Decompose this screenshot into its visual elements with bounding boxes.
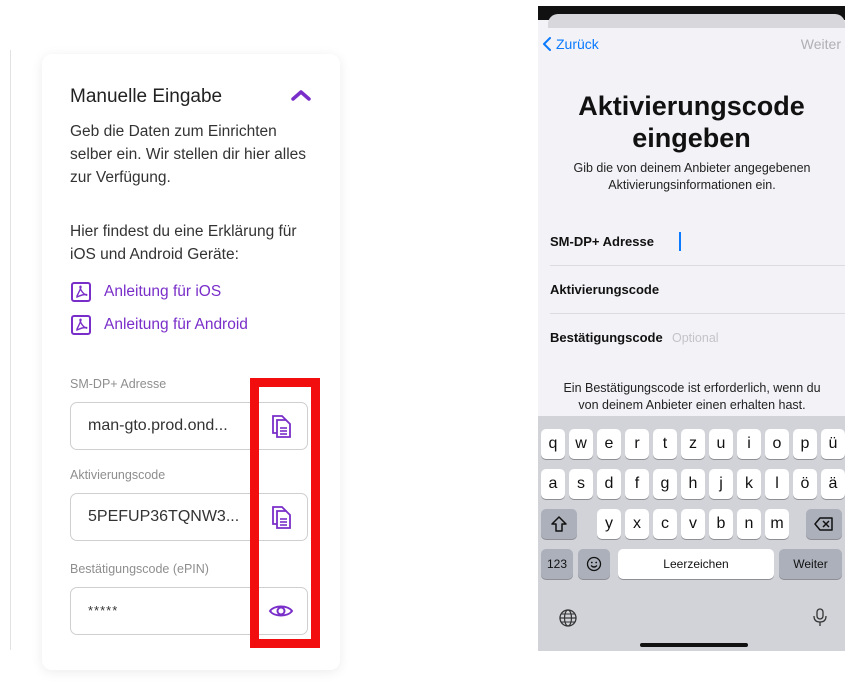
sheet-edge <box>548 14 845 28</box>
activation-code-value: 5PEFUP36TQNW3... <box>88 508 240 525</box>
key-x[interactable]: x <box>625 509 649 539</box>
key-t[interactable]: t <box>653 429 677 459</box>
key-ae[interactable]: ä <box>821 469 845 499</box>
chevron-left-icon <box>543 37 551 51</box>
epin-value: ***** <box>88 603 119 618</box>
key-w[interactable]: w <box>569 429 593 459</box>
confirmation-code-row-label: Bestätigungscode <box>550 330 663 345</box>
highlight-box <box>250 378 320 648</box>
key-o[interactable]: o <box>765 429 789 459</box>
key-k[interactable]: k <box>737 469 761 499</box>
text-cursor <box>679 232 681 251</box>
key-e[interactable]: e <box>597 429 621 459</box>
key-p[interactable]: p <box>793 429 817 459</box>
page-title: Aktivierungscode eingeben <box>578 91 805 153</box>
pdf-icon <box>71 315 91 335</box>
globe-icon[interactable] <box>558 608 578 628</box>
chevron-up-icon[interactable] <box>286 84 316 106</box>
smdp-address-row-label: SM-DP+ Adresse <box>550 234 654 249</box>
confirmation-code-placeholder: Optional <box>672 331 719 345</box>
key-y[interactable]: y <box>597 509 621 539</box>
key-b[interactable]: b <box>709 509 733 539</box>
backspace-icon <box>814 517 833 531</box>
confirmation-note: Ein Bestätigungscode ist erforderlich, w… <box>563 381 821 412</box>
key-ue[interactable]: ü <box>821 429 845 459</box>
key-z[interactable]: z <box>681 429 705 459</box>
activation-code-input[interactable]: Aktivierungscode <box>550 266 845 314</box>
key-g[interactable]: g <box>653 469 677 499</box>
key-h[interactable]: h <box>681 469 705 499</box>
key-l[interactable]: l <box>765 469 789 499</box>
smdp-address-value: man-gto.prod.ond... <box>88 417 228 434</box>
key-v[interactable]: v <box>681 509 705 539</box>
key-j[interactable]: j <box>709 469 733 499</box>
confirmation-code-input[interactable]: Bestätigungscode Optional <box>550 314 845 362</box>
android-guide-link[interactable]: Anleitung für Android <box>70 313 248 337</box>
android-guide-label: Anleitung für Android <box>104 316 248 333</box>
activation-code-label: Aktivierungscode <box>70 468 166 482</box>
subtitle: Gib die von deinem Anbieter angegebenen … <box>573 161 811 192</box>
key-a[interactable]: a <box>541 469 565 499</box>
ios-guide-label: Anleitung für iOS <box>104 283 222 300</box>
explain-text: Hier findest du eine Erklärung für iOS u… <box>70 223 297 263</box>
back-label: Zurück <box>556 36 599 52</box>
next-button[interactable]: Weiter <box>801 36 841 52</box>
numbers-key[interactable]: 123 <box>541 549 573 579</box>
smdp-address-label: SM-DP+ Adresse <box>70 377 167 391</box>
home-indicator <box>640 643 748 647</box>
intro-text: Geb die Daten zum Einrichten selber ein.… <box>70 123 307 186</box>
epin-label: Bestätigungscode (ePIN) <box>70 562 209 576</box>
key-s[interactable]: s <box>569 469 593 499</box>
key-c[interactable]: c <box>653 509 677 539</box>
microphone-icon[interactable] <box>810 607 830 627</box>
shift-icon <box>551 516 567 532</box>
pdf-icon <box>71 282 91 302</box>
key-u[interactable]: u <box>709 429 733 459</box>
key-i[interactable]: i <box>737 429 761 459</box>
iphone-screen: Zurück Weiter Aktivierungscode eingeben … <box>538 6 845 651</box>
page-edge-line <box>10 50 11 650</box>
key-f[interactable]: f <box>625 469 649 499</box>
return-key[interactable]: Weiter <box>779 549 842 579</box>
emoji-key[interactable] <box>578 549 610 579</box>
key-r[interactable]: r <box>625 429 649 459</box>
emoji-icon <box>586 556 602 572</box>
activation-code-row-label: Aktivierungscode <box>550 282 660 297</box>
back-button[interactable]: Zurück <box>542 36 599 52</box>
keyboard: q w e r t z u i o p ü a s d f g h j k l … <box>538 416 845 651</box>
key-m[interactable]: m <box>765 509 789 539</box>
ios-guide-link[interactable]: Anleitung für iOS <box>70 280 221 304</box>
backspace-key[interactable] <box>806 509 842 539</box>
space-key[interactable]: Leerzeichen <box>618 549 774 579</box>
key-d[interactable]: d <box>597 469 621 499</box>
smdp-address-input[interactable]: SM-DP+ Adresse <box>550 218 845 266</box>
card-title: Manuelle Eingabe <box>70 86 223 107</box>
key-oe[interactable]: ö <box>793 469 817 499</box>
key-n[interactable]: n <box>737 509 761 539</box>
key-q[interactable]: q <box>541 429 565 459</box>
shift-key[interactable] <box>541 509 577 539</box>
